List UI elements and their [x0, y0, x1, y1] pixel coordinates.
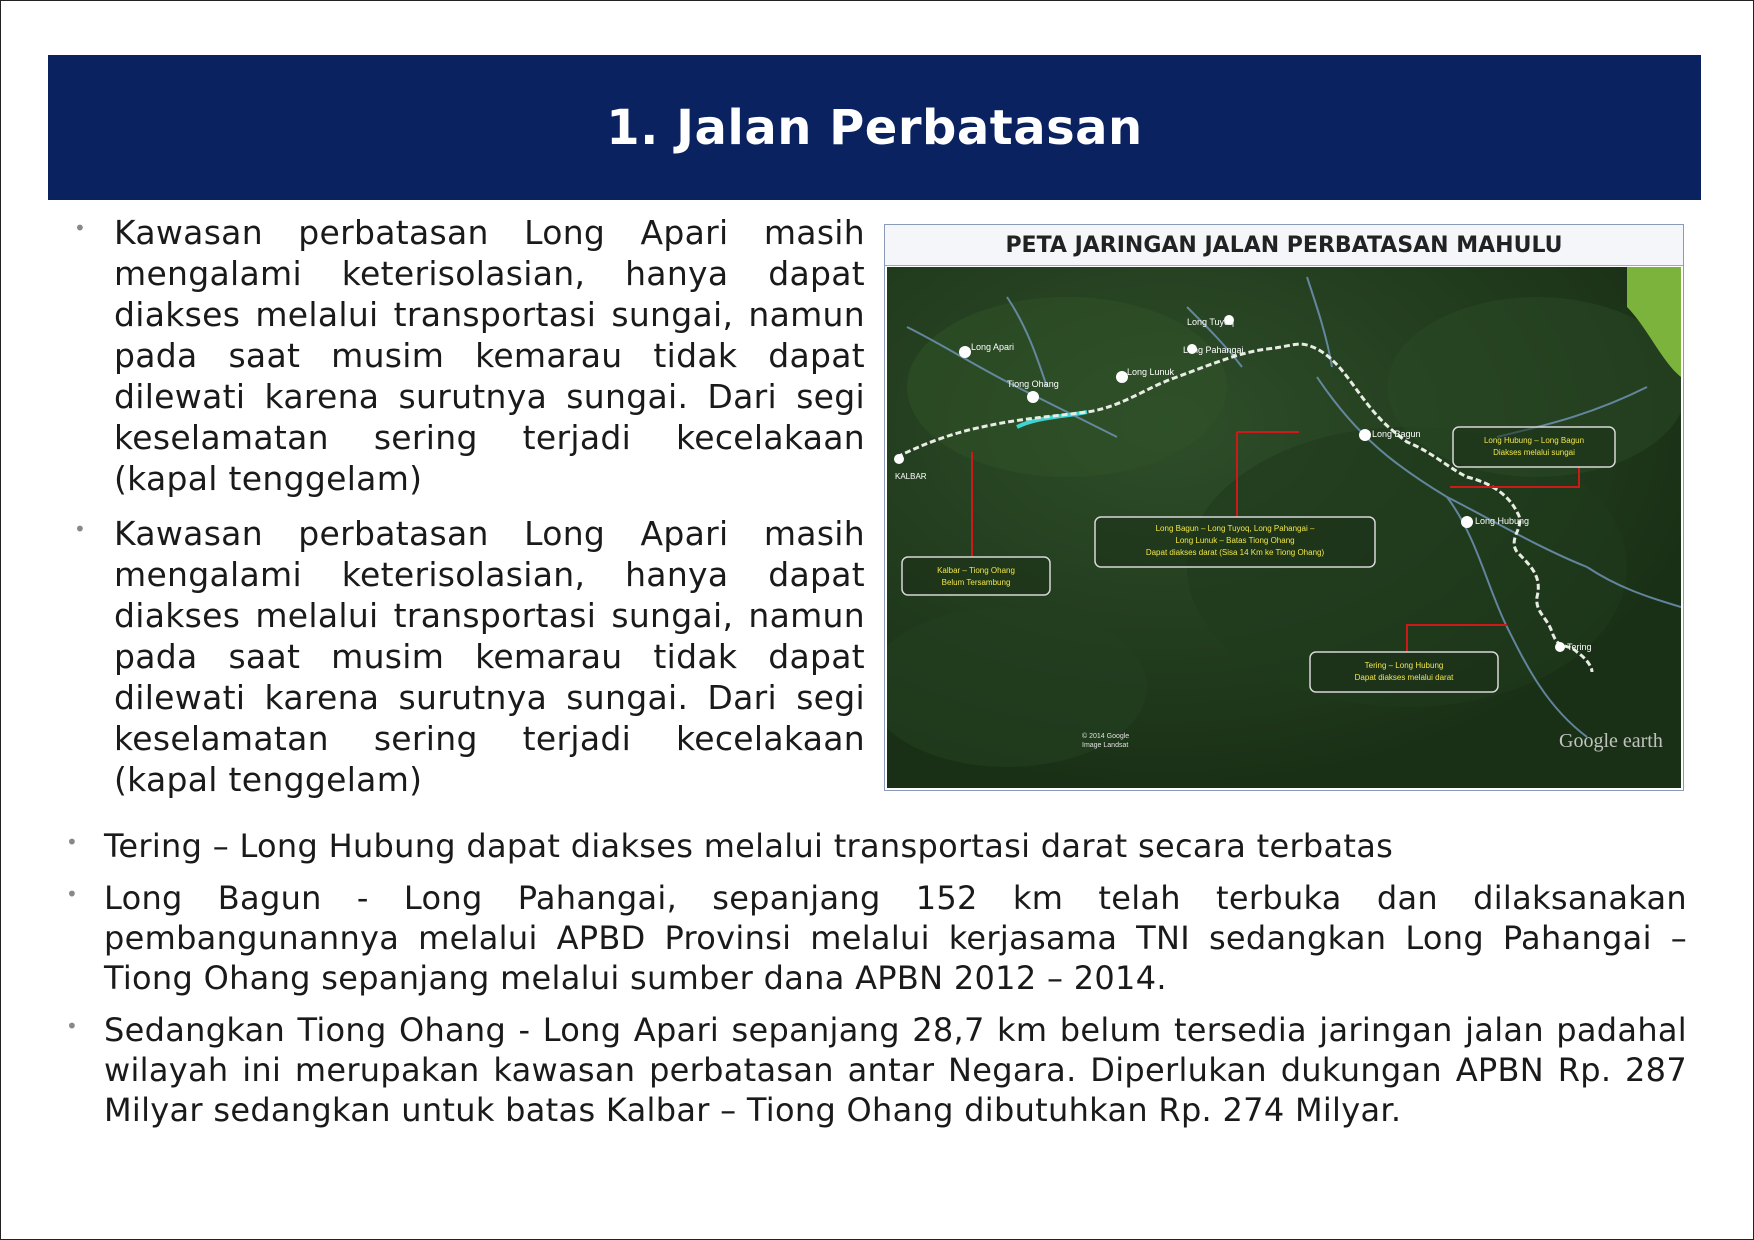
bullet-marker-icon: •: [66, 1014, 78, 1038]
bottom-bullet-list: • Tering – Long Hubung dapat diakses mel…: [62, 826, 1687, 1142]
map-copyright-2: Image Landsat: [1082, 742, 1128, 749]
callout-kalbar-box: [901, 556, 1051, 596]
callout-kalbar-text-1: Kalbar – Tiong Ohang: [937, 566, 1015, 575]
callout-bagun-text-3: Dapat diakses darat (Sisa 14 Km ke Tiong…: [1146, 548, 1325, 557]
callout-hubung-bagun-box: [1452, 426, 1616, 468]
label-long-hubung: Long Hubung: [1475, 516, 1529, 526]
bullet-marker-icon: •: [74, 517, 86, 541]
bullet-text: Kawasan perbatasan Long Apari masih meng…: [114, 514, 865, 799]
road-network-map: PETA JARINGAN JALAN PERBATASAN MAHULU Lo…: [867, 224, 1687, 791]
callout-hubung-bagun-text-2: Diakses melalui sungai: [1493, 448, 1575, 457]
top-bullet-list: • Kawasan perbatasan Long Apari masih me…: [70, 212, 865, 814]
label-kalbar: KALBAR: [895, 472, 927, 481]
map-copyright-1: © 2014 Google: [1082, 732, 1129, 740]
label-long-lunuk: Long Lunuk: [1127, 367, 1175, 377]
map-title: PETA JARINGAN JALAN PERBATASAN MAHULU: [885, 225, 1683, 266]
callout-tering-box: [1309, 651, 1499, 693]
slide-title: 1. Jalan Perbatasan: [606, 99, 1143, 156]
bullet-item: • Long Bagun - Long Pahangai, sepanjang …: [62, 878, 1687, 998]
bullet-marker-icon: •: [74, 216, 86, 240]
bullet-text: Kawasan perbatasan Long Apari masih meng…: [114, 213, 865, 498]
callout-tering-text-1: Tering – Long Hubung: [1365, 661, 1444, 670]
bullet-marker-icon: •: [66, 830, 78, 854]
callout-hubung-bagun-text-1: Long Hubung – Long Bagun: [1484, 436, 1584, 445]
callout-tering-text-2: Dapat diakses melalui darat: [1355, 673, 1454, 682]
label-long-apari: Long Apari: [971, 342, 1014, 352]
bullet-item: • Tering – Long Hubung dapat diakses mel…: [62, 826, 1687, 866]
map-image: Long Apari Tiong Ohang Long Lunuk Long T…: [867, 267, 1687, 788]
google-earth-watermark: Google earth: [1559, 730, 1663, 752]
bullet-text: Long Bagun - Long Pahangai, sepanjang 15…: [104, 879, 1687, 997]
label-long-bagun: Long Bagun: [1372, 429, 1421, 439]
satellite-map-svg: Long Apari Tiong Ohang Long Lunuk Long T…: [867, 267, 1687, 788]
callout-bagun-text-1: Long Bagun – Long Tuyoq, Long Pahangai –: [1156, 524, 1315, 533]
callout-bagun-text-2: Long Lunuk – Batas Tiong Ohang: [1175, 536, 1294, 545]
label-long-tuyoq: Long Tuyoq: [1187, 317, 1234, 327]
bullet-item: • Kawasan perbatasan Long Apari masih me…: [70, 513, 865, 800]
label-long-pahangai: Long Pahangai: [1183, 345, 1244, 355]
bullet-item: • Sedangkan Tiong Ohang - Long Apari sep…: [62, 1010, 1687, 1130]
bullet-item: • Kawasan perbatasan Long Apari masih me…: [70, 212, 865, 499]
bullet-text: Tering – Long Hubung dapat diakses melal…: [104, 827, 1394, 865]
label-tiong-ohang: Tiong Ohang: [1007, 379, 1059, 389]
title-bar: 1. Jalan Perbatasan: [48, 55, 1701, 200]
label-tering: Tering: [1567, 642, 1592, 652]
callout-kalbar-text-2: Belum Tersambung: [942, 578, 1011, 587]
bullet-marker-icon: •: [66, 882, 78, 906]
bullet-text: Sedangkan Tiong Ohang - Long Apari sepan…: [104, 1011, 1687, 1129]
